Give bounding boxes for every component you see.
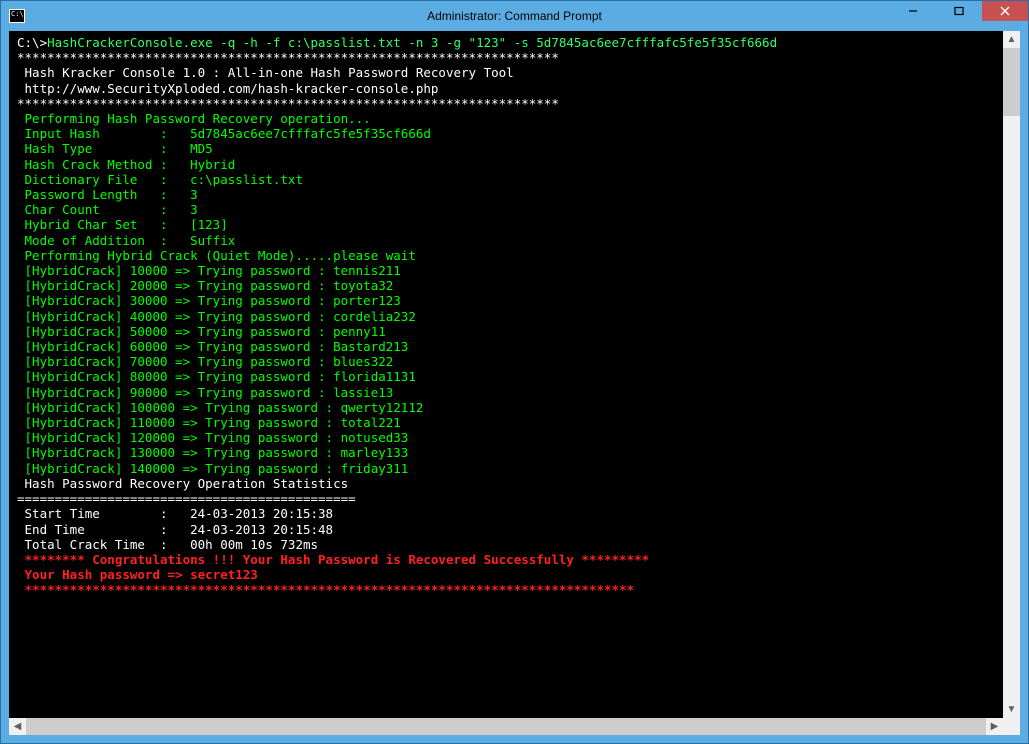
close-button[interactable] xyxy=(982,1,1028,21)
vertical-scrollbar[interactable]: ▲ ▼ xyxy=(1003,31,1020,718)
minimize-icon xyxy=(908,6,918,16)
scroll-left-button[interactable]: ◀ xyxy=(9,718,26,735)
cmd-icon xyxy=(9,9,25,23)
content-area: C:\>HashCrackerConsole.exe -q -h -f c:\p… xyxy=(9,31,1020,735)
horizontal-scroll-thumb[interactable] xyxy=(26,718,986,735)
horizontal-scrollbar[interactable]: ◀ ▶ xyxy=(9,718,1020,735)
scroll-right-button[interactable]: ▶ xyxy=(986,718,1003,735)
maximize-icon xyxy=(954,6,964,16)
window-controls xyxy=(890,1,1028,21)
maximize-button[interactable] xyxy=(936,1,982,21)
titlebar[interactable]: Administrator: Command Prompt xyxy=(1,1,1028,31)
vertical-scroll-thumb[interactable] xyxy=(1003,48,1020,116)
window-title: Administrator: Command Prompt xyxy=(427,9,602,23)
scroll-up-button[interactable]: ▲ xyxy=(1003,31,1020,48)
scroll-down-button[interactable]: ▼ xyxy=(1003,701,1020,718)
command-prompt-window: Administrator: Command Prompt C:\>HashCr… xyxy=(0,0,1029,744)
minimize-button[interactable] xyxy=(890,1,936,21)
terminal-output[interactable]: C:\>HashCrackerConsole.exe -q -h -f c:\p… xyxy=(9,31,1003,718)
close-icon xyxy=(1000,6,1010,16)
scroll-corner xyxy=(1003,718,1020,735)
